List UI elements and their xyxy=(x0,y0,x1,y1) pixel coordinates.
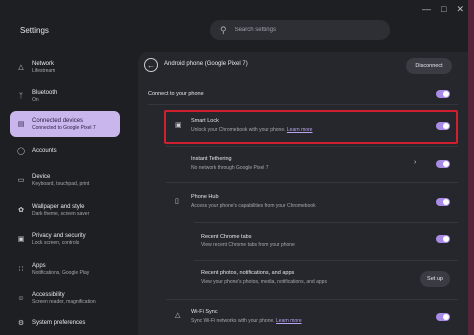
instant-tethering-subtitle: No network through Google Pixel 7 xyxy=(191,165,269,171)
smart-lock-highlight-box xyxy=(164,110,458,144)
sidebar-item-label: Device xyxy=(32,173,51,180)
account-icon: ◯ xyxy=(17,148,25,155)
divider xyxy=(166,146,458,147)
sidebar-item-label: Wallpaper and style xyxy=(32,203,85,210)
sidebar-item-privacy[interactable]: ▣ Privacy and security Lock screen, cont… xyxy=(10,226,120,252)
sidebar-item-sublabel: On xyxy=(32,96,39,103)
palette-icon: ✿ xyxy=(18,207,24,214)
search-input[interactable] xyxy=(234,27,365,33)
divider xyxy=(166,182,458,183)
sidebar-item-label: System preferences xyxy=(32,320,86,326)
phone-hub-subtitle: Access your phone's capabilities from yo… xyxy=(191,203,316,209)
search-icon: ⚲ xyxy=(220,24,227,35)
wifi-sync-icon: △ xyxy=(175,312,181,319)
divider xyxy=(194,260,458,261)
sidebar-item-device[interactable]: ▭ Device Keyboard, touchpad, print xyxy=(10,167,120,193)
apps-icon: ∷ xyxy=(18,266,24,273)
sidebar-item-sublabel: Connected to Google Pixel 7 xyxy=(32,124,96,131)
recent-photos-title: Recent photos, notifications, and apps xyxy=(201,270,295,276)
sidebar-item-label: Accessibility xyxy=(32,291,65,298)
sidebar-item-connected-devices[interactable]: ▤ Connected devices Connected to Google … xyxy=(10,111,120,137)
chrome-tabs-title: Recent Chrome tabs xyxy=(201,234,252,240)
back-arrow-icon[interactable]: ← xyxy=(144,58,158,72)
chevron-right-icon[interactable]: › xyxy=(414,159,416,166)
wifi-sync-toggle[interactable] xyxy=(436,313,450,321)
panel-title: Android phone (Google Pixel 7) xyxy=(164,61,248,67)
sidebar-item-label: Accounts xyxy=(32,148,57,154)
wifi-sync-title: Wi-Fi Sync xyxy=(191,309,218,315)
disconnect-button[interactable]: Disconnect xyxy=(406,58,452,74)
connect-phone-label: Connect to your phone xyxy=(148,91,204,97)
settings-window: — □ ✕ Settings ⚲ △ Network Lifestream ᛉ … xyxy=(0,0,468,335)
sidebar-item-apps[interactable]: ∷ Apps Notifications, Google Play xyxy=(10,256,120,282)
sidebar-item-wallpaper[interactable]: ✿ Wallpaper and style Dark theme, screen… xyxy=(10,197,120,223)
search-box[interactable]: ⚲ xyxy=(210,20,390,40)
panel-header: ← Android phone (Google Pixel 7) Disconn… xyxy=(138,52,468,80)
sidebar-item-sublabel: Lifestream xyxy=(32,67,56,74)
lock-icon: ▣ xyxy=(17,236,25,243)
phone-hub-title: Phone Hub xyxy=(191,194,219,200)
bluetooth-icon: ᛉ xyxy=(18,92,24,100)
sidebar-item-label: Bluetooth xyxy=(32,89,58,96)
sidebar-item-sublabel: Dark theme, screen saver xyxy=(32,210,90,217)
wifi-sync-learn-more-link[interactable]: Learn more xyxy=(276,318,302,324)
sidebar: △ Network Lifestream ᛉ Bluetooth On ▤ Co… xyxy=(0,54,128,335)
divider xyxy=(166,299,458,300)
sidebar-item-sublabel: Notifications, Google Play xyxy=(32,269,90,276)
sidebar-item-accessibility[interactable]: ☺ Accessibility Screen reader, magnifica… xyxy=(10,285,120,311)
sidebar-item-accounts[interactable]: ◯ Accounts xyxy=(10,138,120,164)
wifi-icon: △ xyxy=(18,64,24,71)
divider xyxy=(148,104,458,105)
laptop-icon: ▭ xyxy=(17,177,25,184)
phone-hub-toggle[interactable] xyxy=(436,198,450,206)
devices-icon: ▤ xyxy=(17,121,25,128)
top-bar: Settings ⚲ xyxy=(0,0,468,54)
connected-devices-panel: ← Android phone (Google Pixel 7) Disconn… xyxy=(138,52,468,335)
chrome-tabs-subtitle: View recent Chrome tabs from your phone xyxy=(201,242,295,248)
wifi-sync-subtitle: Sync Wi-Fi networks with your phone. Lea… xyxy=(191,318,302,324)
set-up-button[interactable]: Set up xyxy=(420,271,450,287)
sidebar-item-system-preferences[interactable]: ⚙ System preferences xyxy=(10,310,120,335)
sidebar-item-sublabel: Screen reader, magnification xyxy=(32,298,96,305)
sidebar-item-label: Apps xyxy=(32,262,46,269)
sidebar-item-bluetooth[interactable]: ᛉ Bluetooth On xyxy=(10,83,120,109)
app-title: Settings xyxy=(20,26,49,35)
chrome-tabs-toggle[interactable] xyxy=(436,235,450,243)
phone-icon: ▯ xyxy=(175,198,179,205)
system-icon: ⚙ xyxy=(17,320,25,327)
sidebar-item-network[interactable]: △ Network Lifestream xyxy=(10,54,120,80)
sidebar-item-label: Connected devices xyxy=(32,117,84,124)
connect-phone-toggle[interactable] xyxy=(436,90,450,98)
recent-photos-subtitle: View your phone's photos, media, notific… xyxy=(201,279,327,285)
accessibility-icon: ☺ xyxy=(17,294,25,302)
sidebar-item-label: Privacy and security xyxy=(32,232,86,239)
divider xyxy=(194,222,458,223)
instant-tethering-title: Instant Tethering xyxy=(191,156,232,162)
sidebar-item-sublabel: Lock screen, controls xyxy=(32,239,80,246)
wifi-sync-description: Sync Wi-Fi networks with your phone. xyxy=(191,318,275,324)
sidebar-item-label: Network xyxy=(32,60,55,67)
sidebar-item-sublabel: Keyboard, touchpad, print xyxy=(32,180,90,187)
instant-tethering-toggle[interactable] xyxy=(436,160,450,168)
